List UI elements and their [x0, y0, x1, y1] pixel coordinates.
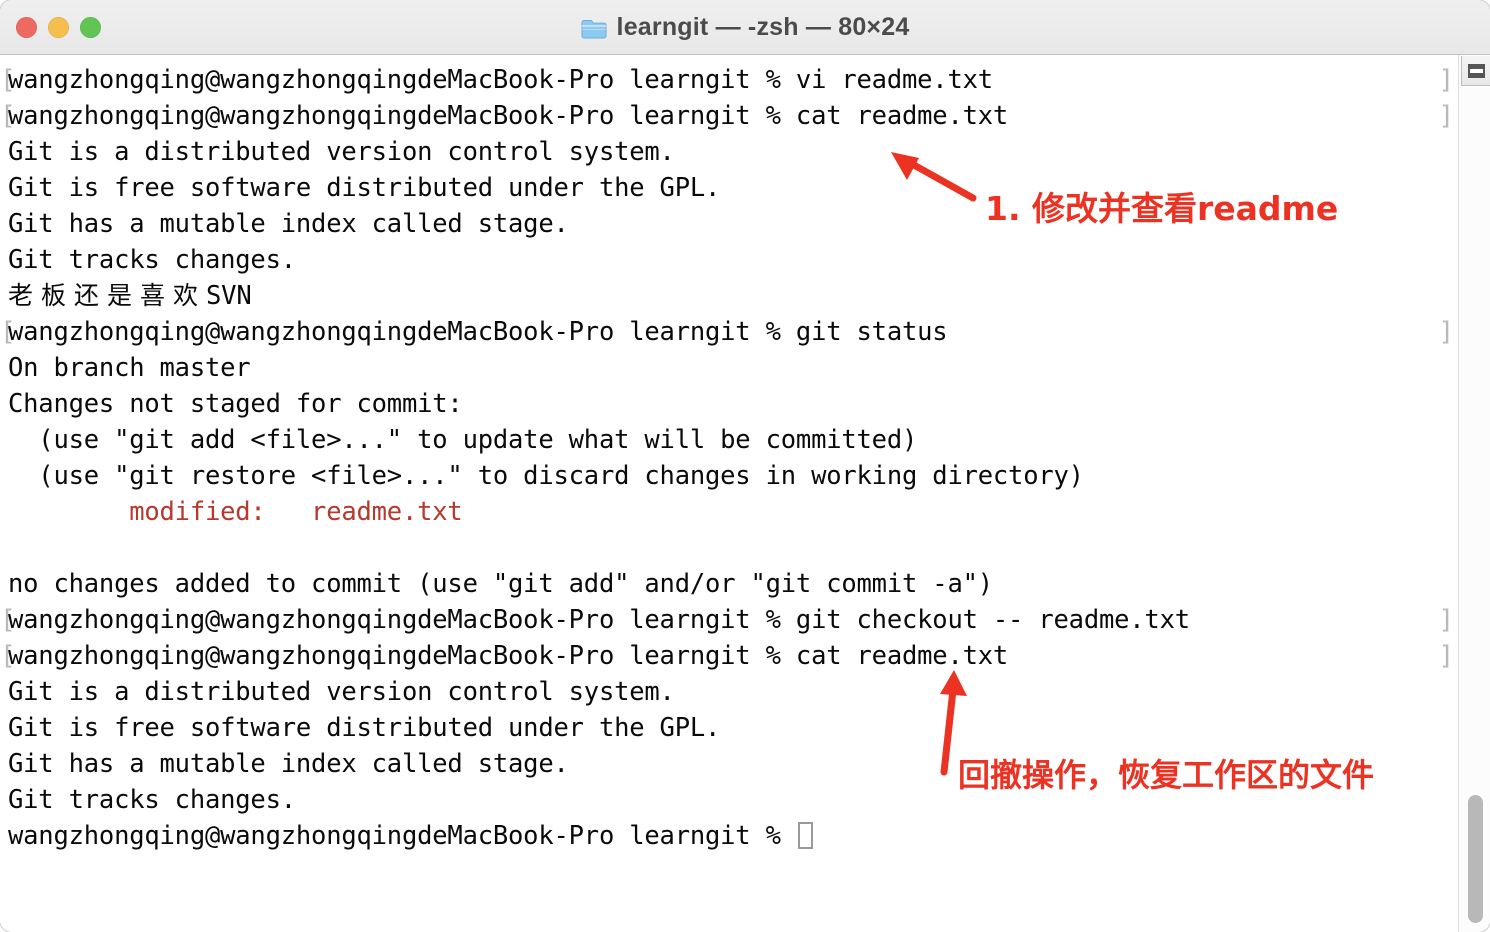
window-titlebar[interactable]: learngit — -zsh — 80×24	[0, 0, 1490, 55]
minimize-button[interactable]	[48, 17, 69, 38]
terminal-line: (use "git restore <file>..." to discard …	[0, 458, 1460, 494]
terminal-line-text: On branch master	[8, 353, 251, 383]
scrollbar-thumb[interactable]	[1468, 795, 1483, 923]
terminal-line-text: (use "git restore <file>..." to discard …	[8, 461, 1084, 491]
terminal-line: wangzhongqing@wangzhongqingdeMacBook-Pro…	[0, 602, 1460, 638]
terminal-lines: wangzhongqing@wangzhongqingdeMacBook-Pro…	[0, 62, 1460, 854]
terminal-line-text: Git is free software distributed under t…	[8, 713, 721, 743]
terminal-line: wangzhongqing@wangzhongqingdeMacBook-Pro…	[0, 62, 1460, 98]
terminal-line: On branch master	[0, 350, 1460, 386]
terminal-window: learngit — -zsh — 80×24 wangzhongqing@wa…	[0, 0, 1490, 932]
terminal-line: wangzhongqing@wangzhongqingdeMacBook-Pro…	[0, 818, 1460, 854]
split-pane-button[interactable]	[1461, 56, 1490, 86]
terminal-line-text: SVN	[206, 281, 252, 311]
terminal-line-text: wangzhongqing@wangzhongqingdeMacBook-Pro…	[8, 65, 993, 95]
terminal-line: (use "git add <file>..." to update what …	[0, 422, 1460, 458]
annotation-1-arrow-up-left-icon	[885, 148, 980, 209]
annotation-1-text: 1. 修改并查看readme	[985, 189, 1339, 228]
terminal-cursor	[797, 822, 813, 849]
terminal-line-text: modified: readme.txt	[8, 497, 463, 527]
split-pane-icon	[1468, 63, 1485, 78]
window-controls	[16, 17, 101, 38]
terminal-line-text-cjk: 老板还是喜欢	[8, 281, 207, 310]
zoom-button[interactable]	[80, 17, 101, 38]
terminal-line-text: Changes not staged for commit:	[8, 389, 463, 419]
terminal-line: Git is a distributed version control sys…	[0, 674, 1460, 710]
terminal-line: Changes not staged for commit:	[0, 386, 1460, 422]
terminal-line: wangzhongqing@wangzhongqingdeMacBook-Pro…	[0, 98, 1460, 134]
terminal-line: Git is free software distributed under t…	[0, 710, 1460, 746]
terminal-line-text: wangzhongqing@wangzhongqingdeMacBook-Pro…	[8, 317, 948, 347]
terminal-line-text: Git has a mutable index called stage.	[8, 209, 569, 239]
window-title: learngit — -zsh — 80×24	[616, 13, 910, 41]
terminal-line-text: wangzhongqing@wangzhongqingdeMacBook-Pro…	[8, 101, 1009, 131]
terminal-line: no changes added to commit (use "git add…	[0, 566, 1460, 602]
terminal-line-text: wangzhongqing@wangzhongqingdeMacBook-Pro…	[8, 821, 796, 851]
terminal-line: modified: readme.txt	[0, 494, 1460, 530]
window-title-group: learngit — -zsh — 80×24	[0, 0, 1490, 55]
terminal-line-text: no changes added to commit (use "git add…	[8, 569, 993, 599]
terminal-line-text: wangzhongqing@wangzhongqingdeMacBook-Pro…	[8, 641, 1009, 671]
terminal-line-text: Git is a distributed version control sys…	[8, 137, 675, 167]
terminal-line-text: (use "git add <file>..." to update what …	[8, 425, 918, 455]
terminal-line-text: Git tracks changes.	[8, 785, 296, 815]
terminal-line: 老板还是喜欢SVN	[0, 278, 1460, 314]
annotation-2-text: 回撤操作，恢复工作区的文件	[958, 756, 1375, 794]
close-button[interactable]	[16, 17, 37, 38]
terminal-line: wangzhongqing@wangzhongqingdeMacBook-Pro…	[0, 314, 1460, 350]
folder-icon	[581, 18, 607, 39]
terminal-line: wangzhongqing@wangzhongqingdeMacBook-Pro…	[0, 638, 1460, 674]
terminal-line-text: wangzhongqing@wangzhongqingdeMacBook-Pro…	[8, 605, 1190, 635]
terminal-line-text: Git is a distributed version control sys…	[8, 677, 675, 707]
terminal-line-text: Git has a mutable index called stage.	[8, 749, 569, 779]
terminal-scrollbar[interactable]	[1458, 55, 1490, 932]
terminal-line-text: Git is free software distributed under t…	[8, 173, 721, 203]
terminal-line: Git is a distributed version control sys…	[0, 134, 1460, 170]
terminal-line-text: Git tracks changes.	[8, 245, 296, 275]
terminal-line: Git tracks changes.	[0, 242, 1460, 278]
